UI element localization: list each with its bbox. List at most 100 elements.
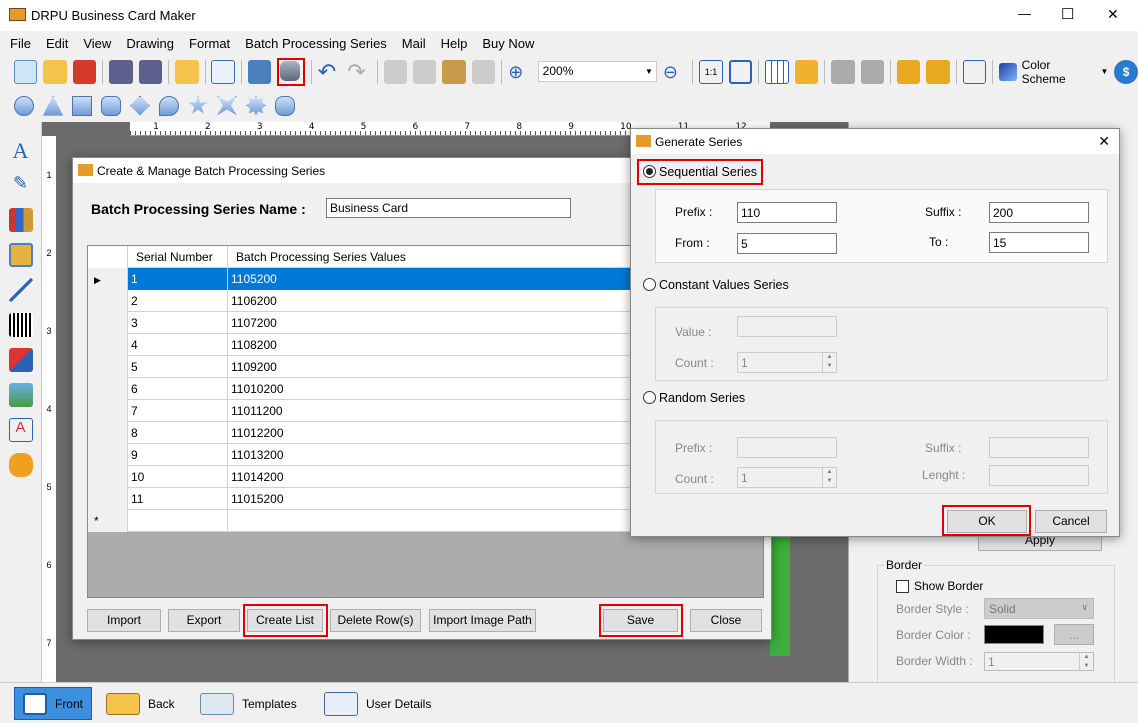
cut-icon[interactable] (413, 59, 437, 84)
export-button[interactable]: Export (168, 609, 240, 632)
border-style-select[interactable]: Solid ∨ (984, 598, 1094, 619)
unlock-icon[interactable] (926, 59, 950, 84)
save-button[interactable]: Save (603, 609, 678, 632)
tab-front[interactable]: Front (14, 687, 92, 720)
fit-icon[interactable] (728, 59, 753, 84)
menu-edit[interactable]: Edit (46, 36, 68, 51)
seal-icon[interactable] (275, 95, 295, 116)
buy-icon[interactable]: $ (1114, 59, 1138, 84)
serial-cell[interactable]: 5 (128, 356, 228, 378)
to-input[interactable] (989, 232, 1089, 253)
new-icon[interactable] (14, 59, 38, 84)
row-header[interactable] (88, 290, 128, 312)
prefix-input[interactable] (737, 202, 837, 223)
row-header[interactable]: ▶ (88, 268, 128, 290)
border-color-swatch[interactable] (984, 625, 1044, 644)
minimize-button[interactable]: — (1018, 6, 1031, 21)
save-icon[interactable] (109, 59, 133, 84)
copy-icon[interactable] (383, 59, 408, 84)
four-point-star-icon[interactable] (217, 95, 237, 116)
image-icon[interactable] (8, 243, 33, 267)
menu-batch[interactable]: Batch Processing Series (245, 36, 387, 51)
row-header[interactable] (88, 488, 128, 510)
constant-count-spinner[interactable]: 1 ▲ ▼ (737, 352, 837, 373)
text-tool-icon[interactable]: A (9, 138, 33, 163)
save-as-icon[interactable] (138, 59, 163, 84)
menu-format[interactable]: Format (189, 36, 230, 51)
mail-icon[interactable] (794, 59, 819, 84)
menu-drawing[interactable]: Drawing (126, 36, 174, 51)
pie-icon[interactable] (159, 95, 179, 116)
document-text-icon[interactable]: A (8, 418, 33, 442)
sequential-series-radio[interactable] (643, 165, 656, 178)
random-prefix-input[interactable] (737, 437, 837, 458)
row-header[interactable] (88, 422, 128, 444)
row-header[interactable] (88, 444, 128, 466)
grid-icon[interactable] (765, 59, 789, 84)
burst-icon[interactable] (246, 95, 266, 116)
paste-icon[interactable] (442, 59, 466, 84)
print-icon[interactable] (247, 59, 272, 84)
tab-templates[interactable]: Templates (192, 687, 305, 720)
export-icon[interactable] (175, 59, 199, 84)
row-header[interactable] (88, 378, 128, 400)
star-icon[interactable] (188, 95, 208, 114)
close-file-icon[interactable] (72, 59, 97, 84)
serial-cell[interactable]: 11 (128, 488, 228, 510)
border-color-more-button[interactable]: ... (1054, 624, 1094, 645)
actual-size-icon[interactable]: 1:1 (699, 59, 723, 84)
column-header[interactable]: Serial Number (128, 246, 228, 268)
value-input[interactable] (737, 316, 837, 337)
group-icon[interactable] (962, 59, 987, 84)
import-image-path-button[interactable]: Import Image Path (429, 609, 536, 632)
serial-cell[interactable]: 3 (128, 312, 228, 334)
diamond-icon[interactable] (130, 95, 150, 116)
border-width-spinner[interactable]: 1 ▲ ▼ (984, 652, 1094, 671)
serial-cell[interactable]: 4 (128, 334, 228, 356)
import-button[interactable]: Import (87, 609, 161, 632)
redo-icon[interactable]: ↷ (347, 59, 370, 84)
pen-tool-icon[interactable]: ✎ (9, 173, 33, 197)
lock-icon[interactable] (896, 59, 921, 84)
serial-cell[interactable]: 8 (128, 422, 228, 444)
row-header[interactable] (88, 312, 128, 334)
batch-database-button[interactable] (277, 57, 305, 86)
serial-cell[interactable]: 6 (128, 378, 228, 400)
sequential-series-label[interactable]: Sequential Series (659, 165, 757, 179)
menu-view[interactable]: View (83, 36, 111, 51)
random-count-spinner[interactable]: 1 ▲ ▼ (737, 467, 837, 488)
row-header[interactable] (88, 356, 128, 378)
shapes-icon[interactable] (8, 348, 33, 372)
ellipse-icon[interactable] (14, 95, 34, 116)
random-series-label[interactable]: Random Series (659, 391, 745, 405)
menu-help[interactable]: Help (441, 36, 468, 51)
rounded-rectangle-icon[interactable] (101, 95, 121, 116)
row-header[interactable] (88, 334, 128, 356)
row-header[interactable] (88, 400, 128, 422)
serial-cell[interactable]: 2 (128, 290, 228, 312)
barcode-icon[interactable] (8, 313, 33, 337)
delete-icon[interactable] (471, 59, 496, 84)
zoom-out-icon[interactable]: ⊖ (663, 60, 686, 84)
serial-cell[interactable]: 1 (128, 268, 228, 290)
show-border-checkbox[interactable] (896, 580, 909, 593)
random-length-input[interactable] (989, 465, 1089, 486)
picture-icon[interactable] (8, 383, 33, 407)
close-button[interactable]: ✕ (1107, 6, 1119, 23)
tab-back[interactable]: Back (98, 687, 183, 720)
series-name-input[interactable] (326, 198, 571, 218)
ok-button[interactable]: OK (947, 510, 1027, 533)
random-suffix-input[interactable] (989, 437, 1089, 458)
color-scheme-button[interactable]: Color Scheme ▼ (999, 58, 1108, 86)
menu-file[interactable]: File (10, 36, 31, 51)
serial-cell[interactable]: 7 (128, 400, 228, 422)
close-icon[interactable]: ✕ (1098, 133, 1110, 150)
menu-buy-now[interactable]: Buy Now (482, 36, 534, 51)
send-back-icon[interactable] (860, 59, 884, 84)
zoom-in-icon[interactable]: ⊕ (508, 60, 531, 84)
cancel-button[interactable]: Cancel (1035, 510, 1107, 533)
zoom-select[interactable]: 200% ▼ (537, 61, 657, 82)
maximize-button[interactable]: ☐ (1061, 5, 1074, 23)
serial-cell[interactable]: 10 (128, 466, 228, 488)
suffix-input[interactable] (989, 202, 1089, 223)
